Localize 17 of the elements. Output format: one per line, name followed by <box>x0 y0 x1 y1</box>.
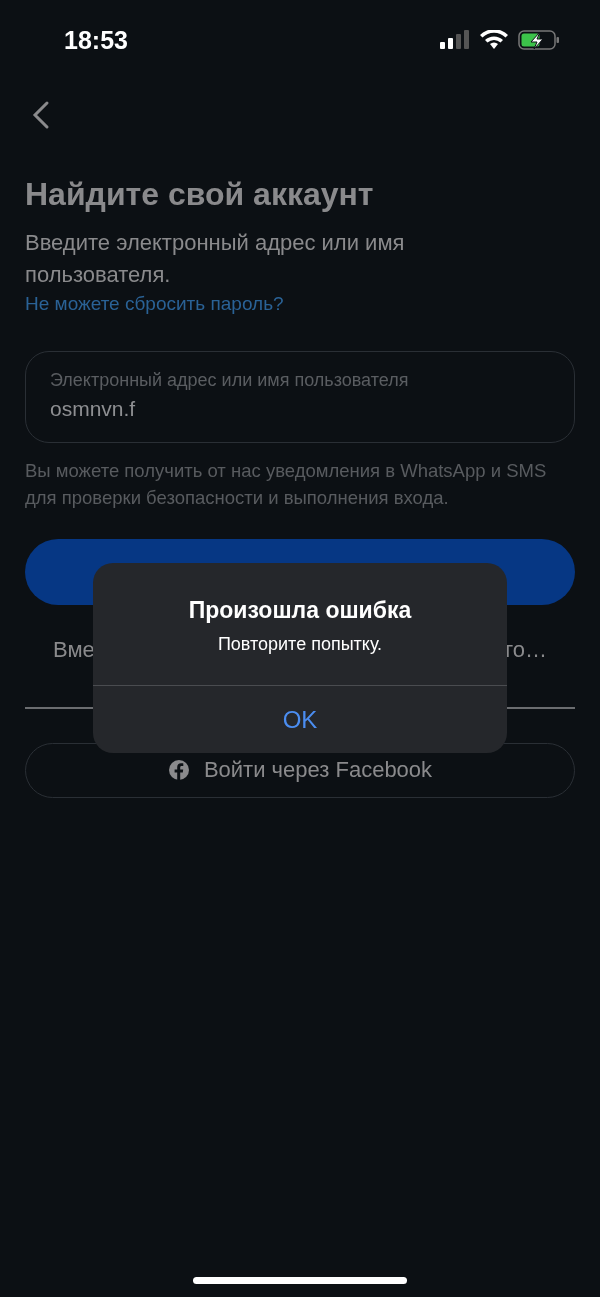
back-icon[interactable] <box>31 100 51 130</box>
field-value: osmnvn.f <box>50 397 137 421</box>
alert-message: Повторите попытку. <box>216 634 384 655</box>
signal-icon <box>440 30 470 50</box>
reset-help-link[interactable]: Не можете сбросить пароль? <box>25 293 284 315</box>
option-text: Вме <box>53 637 95 663</box>
facebook-icon <box>167 759 190 781</box>
notice-text: Вы можете получить от нас уведомления в WhatsApp и SMS для проверки безопасности и выполнения входа. <box>25 459 548 510</box>
page-title: Найдите свой аккаунт <box>25 176 375 213</box>
alert-title: Произошла ошибка <box>187 597 413 624</box>
username-field[interactable]: Электронный адрес или имя пользователя osmnvn.f <box>25 351 575 443</box>
option-text: го… <box>505 637 547 663</box>
field-label: Электронный адрес или имя пользователя <box>50 370 410 391</box>
battery-charging-icon <box>518 30 560 50</box>
status-time: 18:53 <box>64 25 128 55</box>
wifi-icon <box>480 30 508 50</box>
instruction-text: Введите электронный адрес или имя пользователя. <box>25 229 406 289</box>
